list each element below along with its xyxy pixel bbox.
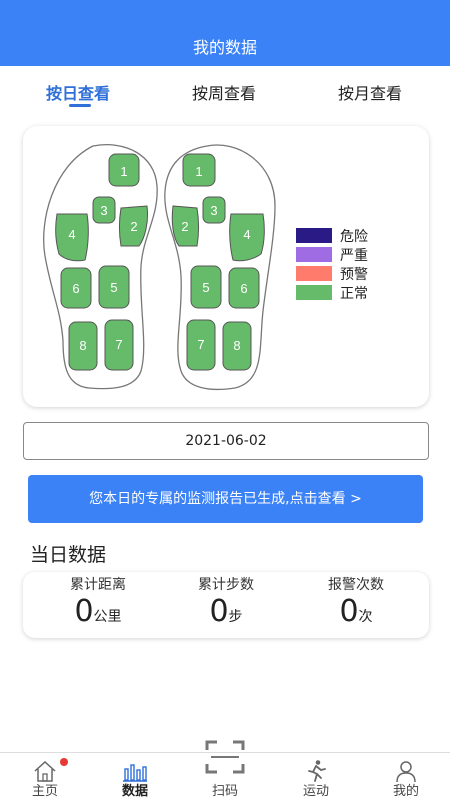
svg-text:3: 3 <box>100 203 107 218</box>
foot-pressure-card: 1 3 2 4 6 5 8 7 1 3 2 4 5 6 7 8 <box>23 126 429 407</box>
tabbar-mine[interactable]: 我的 <box>371 753 441 801</box>
daily-stats-card: 累计距离 0公里 累计步数 0步 报警次数 0次 <box>23 572 429 638</box>
svg-text:2: 2 <box>181 219 188 234</box>
stat-distance: 累计距离 0公里 <box>43 574 153 629</box>
legend-swatch-warning <box>296 266 332 281</box>
left-zone-6: 6 <box>60 267 92 309</box>
right-zone-5: 5 <box>190 265 222 309</box>
legend-label-normal: 正常 <box>340 285 368 302</box>
svg-text:8: 8 <box>79 338 86 353</box>
stat-steps: 累计步数 0步 <box>171 574 281 629</box>
left-foot-outline <box>43 144 158 390</box>
right-foot-outline <box>164 144 276 391</box>
legend-swatch-danger <box>296 228 332 243</box>
date-picker[interactable]: 2021-06-02 <box>23 422 429 460</box>
stat-distance-label: 累计距离 <box>70 577 126 593</box>
right-zone-7: 7 <box>186 319 216 371</box>
stat-steps-unit: 步 <box>228 609 243 625</box>
right-zone-4: 4 <box>229 213 265 262</box>
stat-alarms-value: 0 <box>339 594 359 629</box>
tabbar-scan-label: 扫码 <box>211 784 238 799</box>
svg-text:5: 5 <box>110 280 117 295</box>
tabbar-home-label: 主页 <box>31 784 58 799</box>
stat-alarms-unit: 次 <box>358 609 373 625</box>
legend-item-danger: 危险 <box>296 226 368 245</box>
active-tab-indicator <box>69 104 91 107</box>
stat-steps-value: 0 <box>209 594 229 629</box>
left-zone-7: 7 <box>104 319 134 371</box>
svg-text:8: 8 <box>233 338 240 353</box>
view-tabs: 按日查看 按周查看 按月查看 <box>0 66 450 114</box>
tab-weekly[interactable]: 按周查看 <box>192 80 256 104</box>
tabbar-mine-label: 我的 <box>392 784 419 799</box>
legend-label-danger: 危险 <box>340 228 368 245</box>
status-legend: 危险 严重 预警 正常 <box>296 226 368 302</box>
svg-text:6: 6 <box>72 281 79 296</box>
right-zone-2: 2 <box>171 205 199 247</box>
home-notification-dot <box>60 758 68 766</box>
left-zone-5: 5 <box>98 265 130 309</box>
legend-label-severe: 严重 <box>340 247 368 264</box>
left-zone-1: 1 <box>108 153 140 187</box>
svg-text:2: 2 <box>130 219 137 234</box>
tab-monthly[interactable]: 按月查看 <box>338 80 402 104</box>
legend-item-warning: 预警 <box>296 264 368 283</box>
right-zone-8: 8 <box>222 321 252 371</box>
tab-daily[interactable]: 按日查看 <box>46 80 110 104</box>
svg-text:4: 4 <box>243 227 250 242</box>
right-zone-6: 6 <box>228 267 260 309</box>
page-title: 我的数据 <box>192 38 257 57</box>
svg-text:4: 4 <box>68 227 75 242</box>
stat-alarms: 报警次数 0次 <box>301 574 411 629</box>
tabbar-sport-label: 运动 <box>302 784 329 799</box>
stat-distance-value: 0 <box>74 594 94 629</box>
svg-text:1: 1 <box>195 164 202 179</box>
svg-text:6: 6 <box>240 281 247 296</box>
legend-swatch-normal <box>296 285 332 300</box>
tabbar-sport[interactable]: 运动 <box>281 753 351 801</box>
foot-pressure-map: 1 3 2 4 6 5 8 7 1 3 2 4 5 6 7 8 <box>43 144 276 391</box>
stat-distance-unit: 公里 <box>93 609 122 625</box>
scan-icon <box>205 740 245 774</box>
svg-text:7: 7 <box>197 337 204 352</box>
tabbar-home[interactable]: 主页 <box>10 753 80 801</box>
stat-steps-label: 累计步数 <box>198 577 254 593</box>
daily-data-heading: 当日数据 <box>30 544 107 566</box>
left-zone-3: 3 <box>92 196 116 224</box>
app-header: 我的数据 <box>0 0 450 66</box>
legend-item-normal: 正常 <box>296 283 368 302</box>
tabbar-data[interactable]: 数据 <box>100 753 170 801</box>
legend-item-severe: 严重 <box>296 245 368 264</box>
legend-swatch-severe <box>296 247 332 262</box>
legend-label-warning: 预警 <box>340 266 368 283</box>
svg-text:5: 5 <box>202 280 209 295</box>
svg-text:3: 3 <box>210 203 217 218</box>
stat-alarms-label: 报警次数 <box>328 577 384 593</box>
right-zone-3: 3 <box>202 196 226 224</box>
view-report-button[interactable]: 您本日的专属的监测报告已生成,点击查看 > <box>28 475 423 523</box>
svg-text:1: 1 <box>120 164 127 179</box>
tabbar-data-label: 数据 <box>121 784 148 799</box>
left-zone-8: 8 <box>68 321 98 371</box>
left-zone-4: 4 <box>55 213 89 262</box>
svg-text:7: 7 <box>115 337 122 352</box>
tabbar-scan[interactable]: 扫码 <box>190 740 260 801</box>
right-zone-1: 1 <box>182 153 216 187</box>
